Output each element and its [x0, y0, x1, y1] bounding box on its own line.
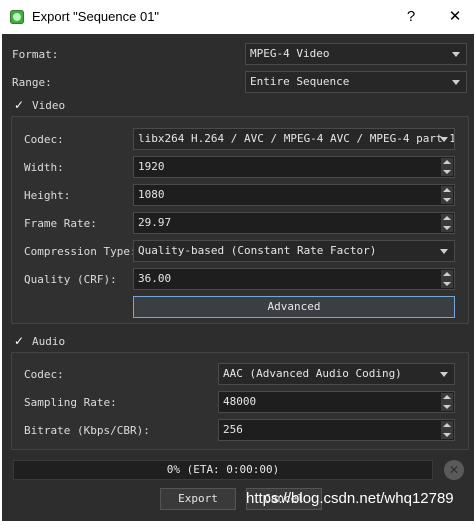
cancel-export-icon[interactable]: ✕ — [444, 460, 464, 480]
width-field[interactable]: 1920 — [133, 156, 455, 178]
frame-rate-label: Frame Rate: — [24, 217, 97, 230]
title-bar: Export "Sequence 01" ? ✕ — [0, 0, 476, 34]
close-button[interactable]: ✕ — [444, 6, 466, 28]
increment-arrow-icon[interactable] — [441, 393, 453, 402]
decrement-arrow-icon[interactable] — [441, 195, 453, 204]
quality-crf-value: 36.00 — [138, 272, 172, 285]
decrement-arrow-icon[interactable] — [441, 279, 453, 288]
sampling-rate-value: 48000 — [223, 395, 257, 408]
sampling-rate-field[interactable]: 48000 — [218, 391, 455, 413]
format-dropdown[interactable]: MPEG-4 Video — [245, 43, 467, 65]
width-value: 1920 — [138, 160, 165, 173]
decrement-arrow-icon[interactable] — [441, 402, 453, 411]
export-progress-bar: 0% (ETA: 0:00:00) — [13, 460, 433, 480]
decrement-arrow-icon[interactable] — [441, 167, 453, 176]
video-codec-label: Codec: — [24, 133, 64, 146]
range-value: Entire Sequence — [250, 75, 350, 88]
decrement-arrow-icon[interactable] — [441, 223, 453, 232]
bitrate-field[interactable]: 256 — [218, 419, 455, 441]
range-label: Range: — [12, 76, 52, 89]
height-value: 1080 — [138, 188, 165, 201]
height-field[interactable]: 1080 — [133, 184, 455, 206]
quality-crf-label: Quality (CRF): — [24, 273, 117, 286]
quality-crf-field[interactable]: 36.00 — [133, 268, 455, 290]
compression-type-label: Compression Type: — [24, 245, 137, 258]
compression-type-dropdown[interactable]: Quality-based (Constant Rate Factor) — [133, 240, 455, 262]
help-button[interactable]: ? — [400, 6, 422, 28]
chevron-down-icon — [452, 52, 460, 57]
audio-checkbox[interactable]: ✓ — [14, 335, 26, 347]
video-codec-value: libx264 H.264 / AVC / MPEG-4 AVC / MPEG-… — [138, 132, 455, 145]
chevron-down-icon — [440, 137, 448, 142]
bitrate-value: 256 — [223, 423, 243, 436]
increment-arrow-icon[interactable] — [441, 421, 453, 430]
window-title: Export "Sequence 01" — [32, 9, 160, 24]
audio-codec-value: AAC (Advanced Audio Coding) — [223, 367, 402, 380]
frame-rate-field[interactable]: 29.97 — [133, 212, 455, 234]
export-button[interactable]: Export — [160, 488, 236, 510]
chevron-down-icon — [452, 80, 460, 85]
decrement-arrow-icon[interactable] — [441, 430, 453, 439]
chevron-down-icon — [440, 372, 448, 377]
audio-codec-dropdown[interactable]: AAC (Advanced Audio Coding) — [218, 363, 455, 385]
watermark-text: https://blog.csdn.net/whq12789 — [246, 490, 454, 507]
audio-codec-label: Codec: — [24, 368, 64, 381]
compression-type-value: Quality-based (Constant Rate Factor) — [138, 244, 377, 257]
format-label: Format: — [12, 48, 59, 61]
video-section-label: Video — [32, 99, 66, 112]
increment-arrow-icon[interactable] — [441, 214, 453, 223]
range-dropdown[interactable]: Entire Sequence — [245, 71, 467, 93]
progress-text: 0% (ETA: 0:00:00) — [166, 463, 280, 476]
video-codec-dropdown[interactable]: libx264 H.264 / AVC / MPEG-4 AVC / MPEG-… — [133, 128, 455, 150]
frame-rate-value: 29.97 — [138, 216, 172, 229]
increment-arrow-icon[interactable] — [441, 158, 453, 167]
dialog-body: Format: MPEG-4 Video Range: Entire Seque… — [2, 34, 474, 521]
bitrate-label: Bitrate (Kbps/CBR): — [24, 424, 150, 437]
width-label: Width: — [24, 161, 64, 174]
chevron-down-icon — [440, 249, 448, 254]
increment-arrow-icon[interactable] — [441, 270, 453, 279]
increment-arrow-icon[interactable] — [441, 186, 453, 195]
advanced-button[interactable]: Advanced — [133, 296, 455, 318]
audio-section-label: Audio — [32, 335, 66, 348]
video-checkbox[interactable]: ✓ — [14, 99, 26, 111]
sampling-rate-label: Sampling Rate: — [24, 396, 117, 409]
app-icon — [10, 10, 24, 24]
format-value: MPEG-4 Video — [250, 47, 330, 60]
height-label: Height: — [24, 189, 71, 202]
